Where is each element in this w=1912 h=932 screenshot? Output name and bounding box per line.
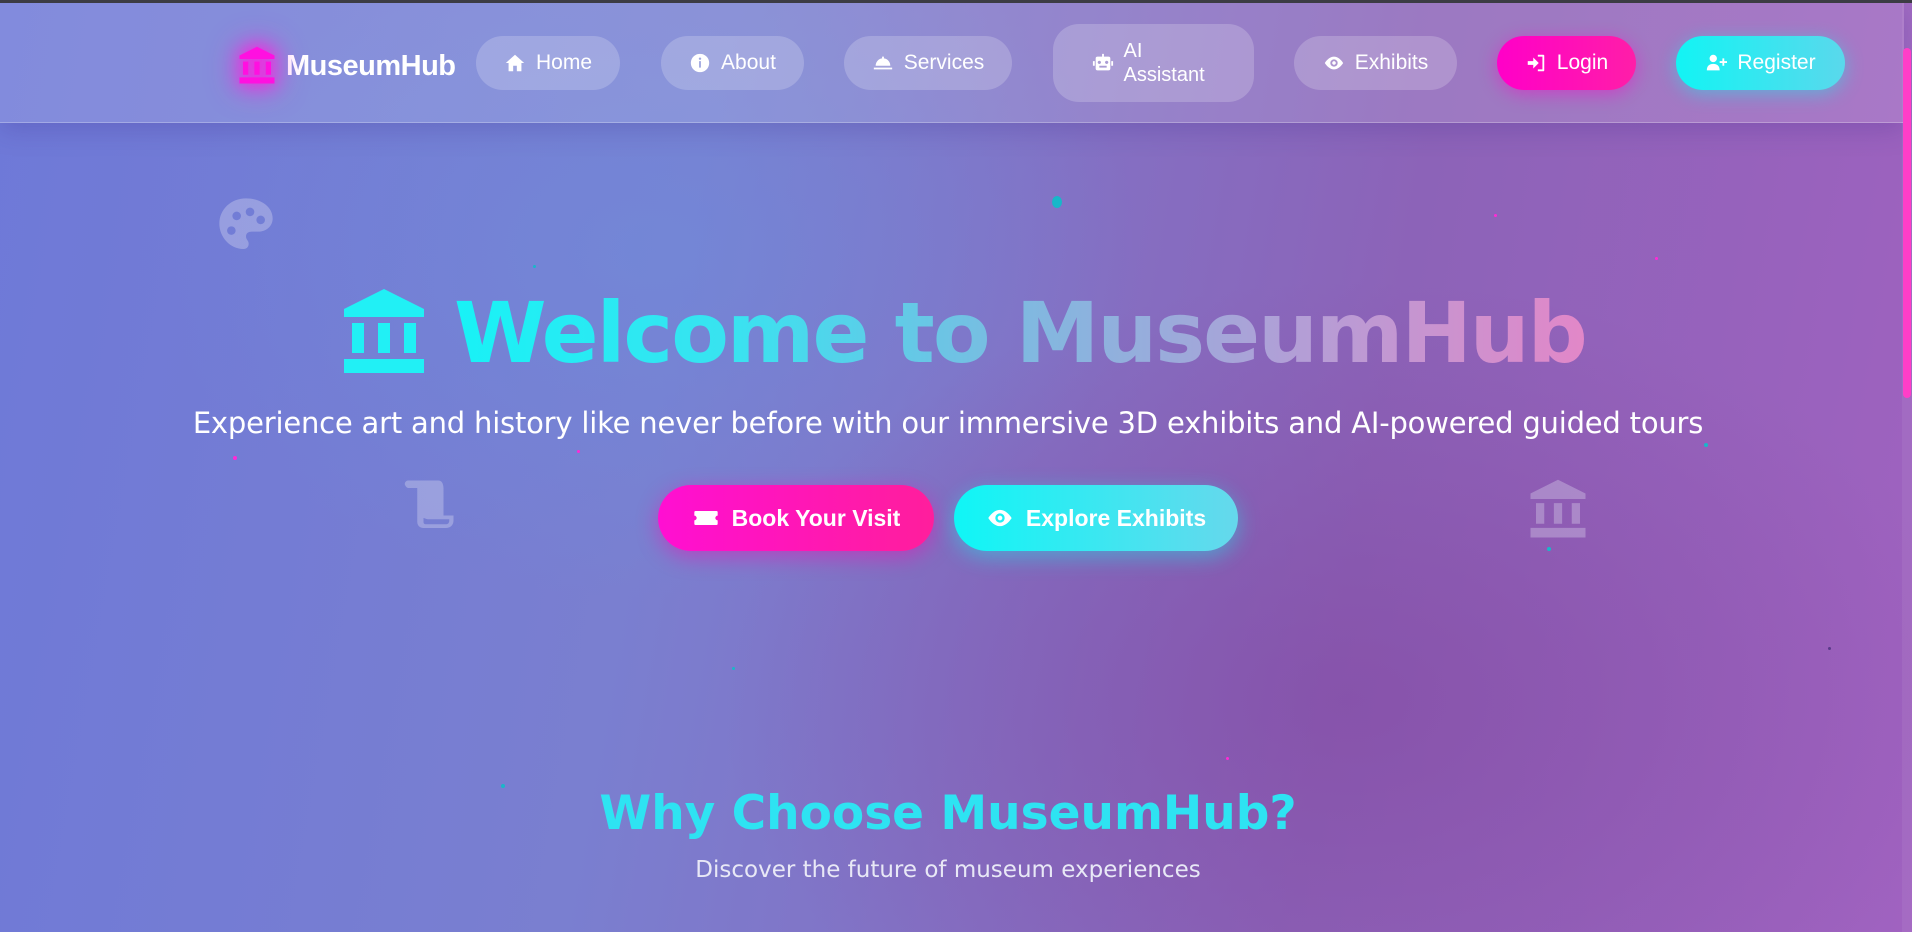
particle-dot — [1052, 196, 1062, 208]
page-scrollbar-thumb[interactable] — [1903, 48, 1911, 398]
brand-name: MuseumHub — [286, 49, 456, 82]
particle-dot — [577, 450, 580, 453]
particle-dot — [1828, 647, 1831, 650]
hero-title: Welcome to MuseumHub — [336, 278, 1588, 388]
nav-services-label: Services — [903, 51, 985, 74]
hero-subtitle: Experience art and history like never be… — [192, 406, 1704, 440]
particle-dot — [533, 265, 536, 268]
explore-exhibits-button[interactable]: Explore Exhibits — [954, 485, 1238, 551]
particle-dot — [1704, 443, 1708, 447]
home-icon — [505, 54, 525, 72]
top-navbar: MuseumHub Home About Services AI Assista… — [0, 3, 1904, 123]
features-title: Why Choose MuseumHub? — [0, 786, 1896, 841]
features-subtitle: Discover the future of museum experience… — [695, 857, 1201, 883]
nav-exhibits[interactable]: Exhibits — [1294, 36, 1457, 90]
nav-ai-line1: AI — [1123, 40, 1143, 62]
book-visit-button[interactable]: Book Your Visit — [658, 485, 934, 551]
nav-home-label: Home — [535, 51, 593, 74]
particle-dot — [1655, 257, 1658, 260]
eye-icon — [1324, 56, 1343, 70]
particle-dot — [1226, 757, 1229, 760]
nav-home[interactable]: Home — [476, 36, 620, 90]
landmark-icon — [1524, 477, 1592, 548]
nav-exhibits-label: Exhibits — [1354, 51, 1429, 74]
particle-dot — [1494, 214, 1497, 217]
user-plus-icon — [1707, 54, 1728, 71]
nav-ai-assistant[interactable]: AI Assistant — [1053, 24, 1254, 102]
landmark-icon — [344, 289, 424, 373]
palette-icon — [214, 193, 278, 262]
scroll-icon — [396, 473, 466, 538]
eye-icon — [988, 509, 1012, 527]
info-circle-icon — [690, 53, 710, 73]
landmark-icon — [236, 45, 278, 87]
particle-dot — [233, 456, 237, 460]
nav-about-label: About — [721, 51, 776, 74]
register-label: Register — [1737, 51, 1816, 74]
ticket-icon — [693, 511, 718, 525]
nav-ai-line2: Assistant — [1123, 64, 1205, 86]
concierge-bell-icon — [873, 56, 892, 70]
explore-exhibits-label: Explore Exhibits — [1025, 504, 1207, 531]
login-button[interactable]: Login — [1497, 36, 1636, 90]
nav-about[interactable]: About — [661, 36, 804, 90]
login-label: Login — [1556, 51, 1609, 74]
robot-icon — [1092, 53, 1113, 71]
nav-services[interactable]: Services — [844, 36, 1012, 90]
register-button[interactable]: Register — [1676, 36, 1845, 90]
window-top-border — [0, 0, 1912, 3]
nav-ai-assistant-label: AI Assistant — [1124, 39, 1216, 87]
hero-heading: Welcome to MuseumHub — [454, 284, 1588, 382]
sign-in-icon — [1527, 54, 1545, 72]
book-visit-label: Book Your Visit — [731, 504, 901, 531]
brand-logo[interactable]: MuseumHub — [236, 41, 456, 91]
particle-dot — [732, 667, 735, 670]
